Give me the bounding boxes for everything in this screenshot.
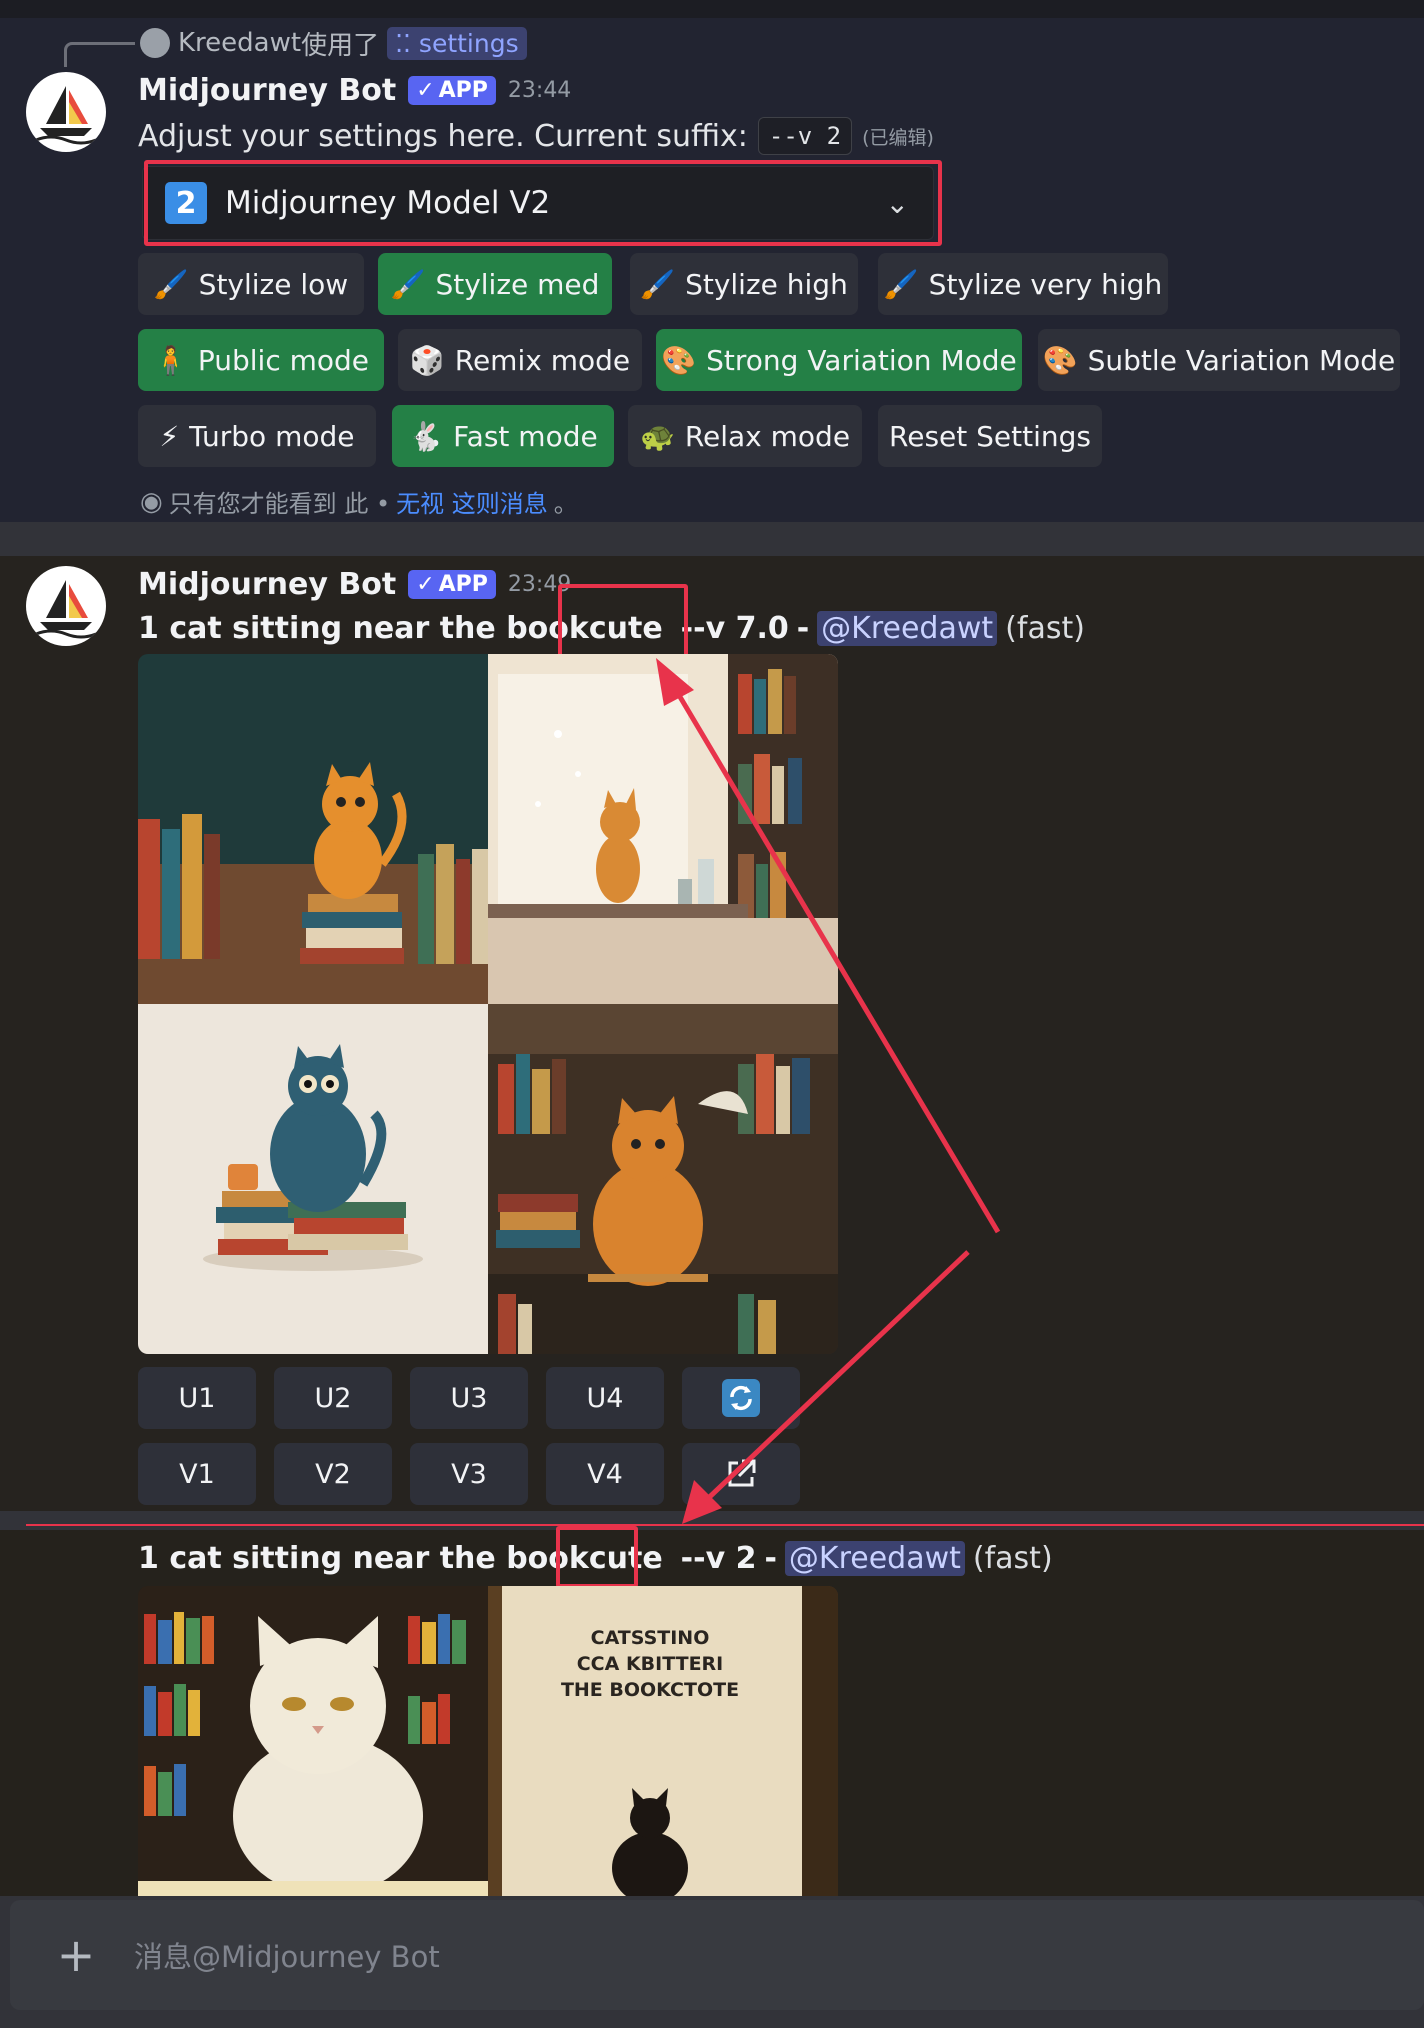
arrow-down-to-v2 xyxy=(682,1250,970,1524)
message-input[interactable]: 消息@Midjourney Bot xyxy=(134,1934,440,1976)
annotation-arrows xyxy=(656,658,1001,1524)
add-attachment-icon[interactable]: + xyxy=(46,1928,106,1982)
message-composer[interactable]: + 消息@Midjourney Bot xyxy=(10,1900,1424,2010)
arrow-up-to-v7 xyxy=(656,658,1001,1234)
